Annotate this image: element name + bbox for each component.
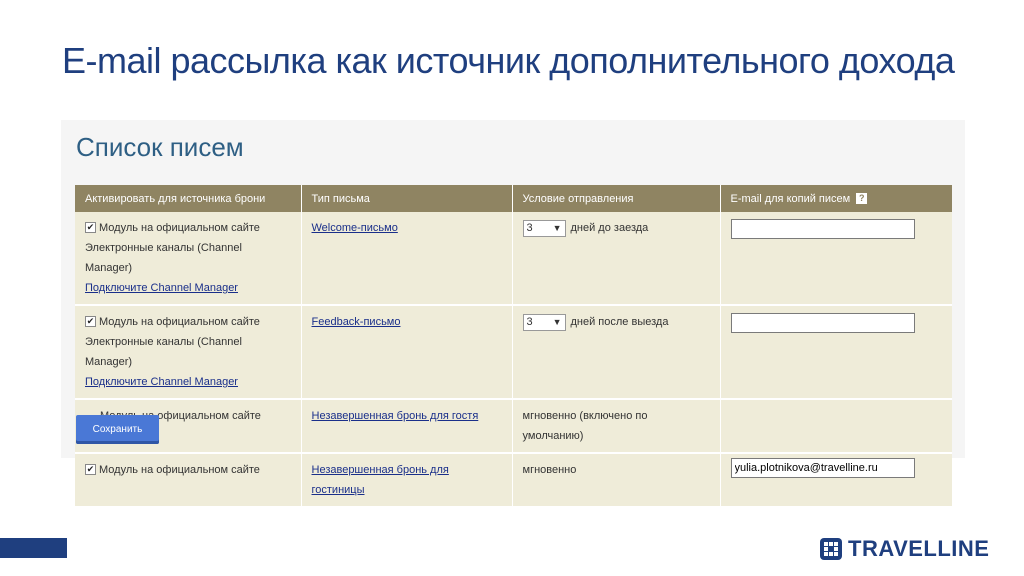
source-checkbox[interactable]: ✔: [85, 315, 96, 327]
letter-type-link[interactable]: Незавершенная бронь для гостя: [312, 410, 479, 422]
condition-cell: 3 ▼ дней после выезда: [512, 305, 721, 400]
email-cell: [720, 399, 952, 454]
travelline-logo-icon: [820, 538, 842, 560]
copy-email-input[interactable]: [730, 219, 915, 239]
letter-type-cell: Welcome-письмо: [301, 212, 513, 306]
source-module-label: Модуль на официальном сайте: [99, 464, 260, 476]
days-select-value: 3: [526, 315, 533, 328]
source-checkbox[interactable]: ✔: [85, 463, 96, 475]
column-header-condition: Условие отправления: [512, 185, 721, 212]
letter-type-cell: Незавершенная бронь для гостиницы: [301, 453, 513, 508]
source-module-label: Модуль на официальном сайте: [99, 316, 260, 328]
email-cell: [720, 305, 952, 400]
travelline-logo: TRAVELLINE: [820, 536, 989, 562]
panel-title: Список писем: [76, 132, 244, 162]
help-icon[interactable]: ?: [856, 193, 868, 205]
source-module-label: Модуль на официальном сайте: [99, 222, 260, 234]
column-header-letter-type: Тип письма: [301, 185, 513, 212]
table-row: ✔ Модуль на официальном сайте Электронные…: [75, 305, 952, 400]
connect-channel-manager-link[interactable]: Подключите Channel Manager: [85, 282, 238, 294]
condition-cell: мгновенно: [512, 453, 721, 508]
condition-text: дней после выезда: [570, 316, 669, 328]
connect-channel-manager-link[interactable]: Подключите Channel Manager: [85, 376, 238, 388]
column-header-email: E-mail для копий писем?: [720, 185, 952, 212]
days-select[interactable]: 3 ▼: [522, 313, 566, 331]
brand-name: TRAVELLINE: [848, 536, 990, 561]
source-cell: ✔ Модуль на официальном сайте Электронные…: [75, 305, 302, 400]
days-select[interactable]: 3 ▼: [522, 219, 566, 237]
table-header-row: Активировать для источника брони Тип пис…: [75, 185, 952, 212]
table-row: ✔ Модуль на официальном сайте Незавершенн…: [75, 453, 952, 508]
copy-email-input[interactable]: [730, 313, 915, 333]
source-cell: ✔ Модуль на официальном сайте: [75, 453, 302, 508]
dropdown-arrow-icon: ▼: [552, 316, 562, 327]
column-header-email-label: E-mail для копий писем: [730, 192, 851, 205]
footer-accent-bar: [0, 538, 67, 558]
source-cell: ✔ Модуль на официальном сайте Электронные…: [75, 212, 302, 306]
letter-type-cell: Незавершенная бронь для гостя: [301, 399, 513, 454]
letter-type-link[interactable]: Незавершенная бронь для гостиницы: [312, 464, 449, 496]
email-cell: [720, 212, 952, 306]
channel-manager-label: Электронные каналы (Channel Manager): [85, 336, 242, 368]
letters-panel: Список писем Активировать для источника …: [61, 120, 965, 508]
letter-type-cell: Feedback-письмо: [301, 305, 513, 400]
save-button[interactable]: Сохранить: [76, 415, 159, 444]
column-header-source: Активировать для источника брони: [75, 185, 302, 212]
table-row: Модуль на официальном сайте Незавершенна…: [75, 399, 952, 454]
letter-type-link[interactable]: Feedback-письмо: [312, 316, 401, 328]
letters-table: Активировать для источника брони Тип пис…: [75, 185, 952, 508]
copy-email-input[interactable]: [730, 458, 915, 478]
channel-manager-label: Электронные каналы (Channel Manager): [85, 242, 242, 274]
email-cell: [720, 453, 952, 508]
source-checkbox[interactable]: ✔: [85, 221, 96, 233]
condition-text: мгновенно: [522, 464, 577, 476]
condition-text: мгновенно (включено по умолчанию): [522, 410, 648, 442]
condition-text: дней до заезда: [570, 222, 649, 234]
slide-title: E-mail рассылка как источник дополнитель…: [62, 40, 955, 81]
letter-type-link[interactable]: Welcome-письмо: [312, 222, 398, 234]
table-row: ✔ Модуль на официальном сайте Электронные…: [75, 212, 952, 306]
dropdown-arrow-icon: ▼: [552, 222, 562, 233]
condition-cell: мгновенно (включено по умолчанию): [512, 399, 721, 454]
days-select-value: 3: [526, 221, 533, 234]
condition-cell: 3 ▼ дней до заезда: [512, 212, 721, 306]
